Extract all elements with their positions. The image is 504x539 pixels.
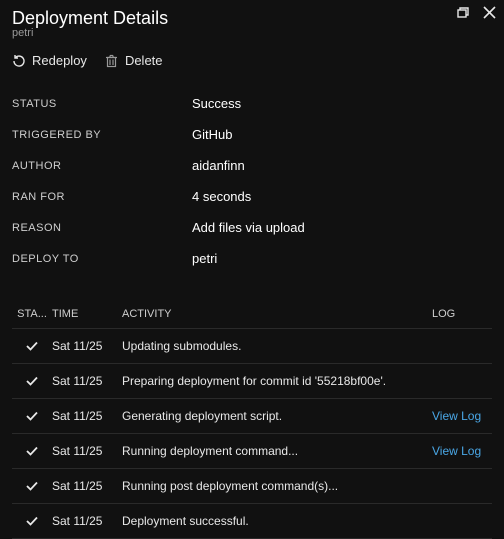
check-icon	[12, 444, 52, 458]
check-icon	[12, 479, 52, 493]
cell-activity: Running post deployment command(s)...	[122, 479, 432, 493]
cell-time: Sat 11/25	[52, 444, 122, 458]
cell-time: Sat 11/25	[52, 479, 122, 493]
table-row: Sat 11/25Running post deployment command…	[12, 469, 492, 504]
check-icon	[12, 514, 52, 528]
table-row: Sat 11/25Running deployment command...Vi…	[12, 434, 492, 469]
col-header-status: STA...	[12, 308, 52, 320]
col-header-activity: ACTIVITY	[122, 308, 432, 320]
detail-row-triggered: TRIGGERED BY GitHub	[12, 119, 492, 150]
detail-label: REASON	[12, 222, 192, 234]
detail-label: AUTHOR	[12, 160, 192, 172]
table-row: Sat 11/25Updating submodules.	[12, 329, 492, 364]
cell-time: Sat 11/25	[52, 514, 122, 528]
cell-time: Sat 11/25	[52, 409, 122, 423]
check-icon	[12, 339, 52, 353]
detail-value: GitHub	[192, 127, 232, 142]
view-log-link[interactable]: View Log	[432, 444, 492, 458]
col-header-log: LOG	[432, 308, 492, 320]
detail-row-author: AUTHOR aidanfinn	[12, 150, 492, 181]
redeploy-icon	[12, 54, 26, 68]
cell-activity: Updating submodules.	[122, 339, 432, 353]
redeploy-button[interactable]: Redeploy	[12, 53, 87, 68]
table-body: Sat 11/25Updating submodules.Sat 11/25Pr…	[12, 329, 492, 539]
detail-value: aidanfinn	[192, 158, 245, 173]
table-row: Sat 11/25Generating deployment script.Vi…	[12, 399, 492, 434]
blade-title: Deployment Details	[12, 8, 492, 29]
detail-value: 4 seconds	[192, 189, 251, 204]
detail-row-status: STATUS Success	[12, 88, 492, 119]
detail-label: RAN FOR	[12, 191, 192, 203]
view-log-link[interactable]: View Log	[432, 409, 492, 423]
redeploy-label: Redeploy	[32, 53, 87, 68]
cell-time: Sat 11/25	[52, 374, 122, 388]
cell-activity: Deployment successful.	[122, 514, 432, 528]
table-header: STA... TIME ACTIVITY LOG	[12, 302, 492, 329]
detail-row-reason: REASON Add files via upload	[12, 212, 492, 243]
delete-label: Delete	[125, 53, 163, 68]
activity-table: STA... TIME ACTIVITY LOG Sat 11/25Updati…	[0, 284, 504, 539]
detail-label: STATUS	[12, 98, 192, 110]
detail-value: Success	[192, 96, 241, 111]
restore-icon[interactable]	[455, 7, 469, 22]
detail-value: Add files via upload	[192, 220, 305, 235]
close-icon[interactable]	[483, 6, 496, 22]
check-icon	[12, 374, 52, 388]
table-row: Sat 11/25Deployment successful.	[12, 504, 492, 539]
details-list: STATUS Success TRIGGERED BY GitHub AUTHO…	[0, 82, 504, 284]
detail-value: petri	[192, 251, 217, 266]
window-controls	[455, 6, 496, 22]
detail-label: TRIGGERED BY	[12, 129, 192, 141]
trash-icon	[105, 54, 119, 68]
detail-row-deployto: DEPLOY TO petri	[12, 243, 492, 274]
check-icon	[12, 409, 52, 423]
deployment-details-blade: Deployment Details petri	[0, 0, 504, 500]
cell-activity: Generating deployment script.	[122, 409, 432, 423]
col-header-time: TIME	[52, 308, 122, 320]
detail-label: DEPLOY TO	[12, 253, 192, 265]
delete-button[interactable]: Delete	[105, 53, 163, 68]
cell-activity: Preparing deployment for commit id '5521…	[122, 374, 432, 388]
toolbar: Redeploy Delete	[0, 43, 504, 82]
cell-time: Sat 11/25	[52, 339, 122, 353]
blade-header: Deployment Details petri	[0, 0, 504, 43]
table-row: Sat 11/25Preparing deployment for commit…	[12, 364, 492, 399]
cell-activity: Running deployment command...	[122, 444, 432, 458]
detail-row-ranfor: RAN FOR 4 seconds	[12, 181, 492, 212]
